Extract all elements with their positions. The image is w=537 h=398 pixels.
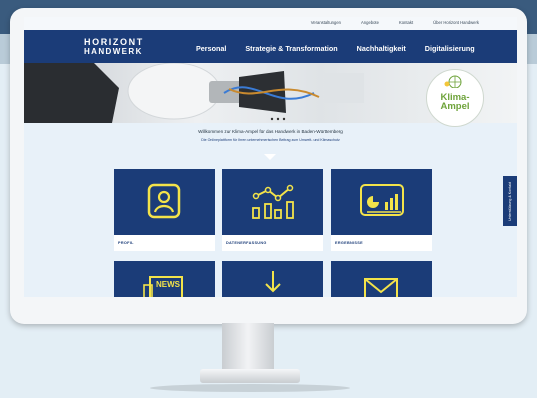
tile-download[interactable] — [222, 261, 323, 297]
news-icon-text: NEWS — [156, 280, 181, 289]
profile-icon — [147, 183, 181, 219]
download-arrow-icon — [265, 271, 281, 293]
nav-item-strategy[interactable]: Strategie & Transformation — [245, 44, 337, 53]
results-dashboard-icon — [360, 184, 404, 216]
tile-results-label: ERGEBNISSE — [331, 235, 432, 251]
welcome-subtitle: Die Onlineplattform für Ihren unternehme… — [201, 138, 340, 142]
badge-line-2: Ampel — [440, 101, 470, 112]
website-screen: Veranstaltungen Angebote Kontakt Über Ho… — [24, 17, 517, 297]
welcome-title: Willkommen zur Klima-Ampel für das Handw… — [198, 129, 343, 134]
utility-link-offers[interactable]: Angebote — [361, 20, 379, 25]
logo-line-1: HORIZONT — [84, 37, 144, 47]
tile-results[interactable]: ERGEBNISSE — [331, 169, 432, 251]
main-nav: Personal Strategie & Transformation Nach… — [196, 44, 475, 53]
support-contact-label: Unterstützung & Kontakt — [508, 181, 512, 221]
scroll-down-arrow[interactable] — [264, 154, 276, 160]
monitor-stand-neck — [222, 323, 274, 375]
tile-results-image — [331, 169, 432, 235]
main-header: HORIZONT HANDWERK Personal Strategie & T… — [24, 30, 517, 63]
utility-nav: Veranstaltungen Angebote Kontakt Über Ho… — [311, 20, 479, 25]
monitor-stand-base — [200, 369, 300, 383]
mail-icon — [364, 278, 398, 297]
tile-data-entry-label: DATENERFASSUNG — [222, 235, 323, 251]
tile-mail[interactable] — [331, 261, 432, 297]
globe-icon — [444, 75, 462, 89]
nav-item-digitalization[interactable]: Digitalisierung — [425, 44, 475, 53]
welcome-section: Willkommen zur Klima-Ampel für das Handw… — [24, 129, 517, 142]
utility-link-events[interactable]: Veranstaltungen — [311, 20, 341, 25]
data-chart-icon — [252, 184, 294, 219]
tile-profile-image — [114, 169, 215, 235]
nav-item-personal[interactable]: Personal — [196, 44, 226, 53]
nav-item-sustainability[interactable]: Nachhaltigkeit — [357, 44, 406, 53]
tile-profile-label: PROFIL — [114, 235, 215, 251]
news-icon: NEWS — [143, 276, 183, 297]
utility-link-contact[interactable]: Kontakt — [399, 20, 413, 25]
tile-data-entry-image — [222, 169, 323, 235]
tile-news[interactable]: NEWS — [114, 261, 215, 297]
klima-ampel-badge: Klima- Ampel — [426, 69, 484, 127]
site-logo[interactable]: HORIZONT HANDWERK — [84, 37, 144, 57]
stand-shadow — [150, 384, 350, 392]
utility-link-about[interactable]: Über Horizont Handwerk — [433, 20, 479, 25]
tile-profile[interactable]: PROFIL — [114, 169, 215, 251]
tile-data-entry[interactable]: DATENERFASSUNG — [222, 169, 323, 251]
support-contact-tab[interactable]: Unterstützung & Kontakt — [503, 176, 517, 226]
logo-line-2: HANDWERK — [84, 47, 143, 56]
